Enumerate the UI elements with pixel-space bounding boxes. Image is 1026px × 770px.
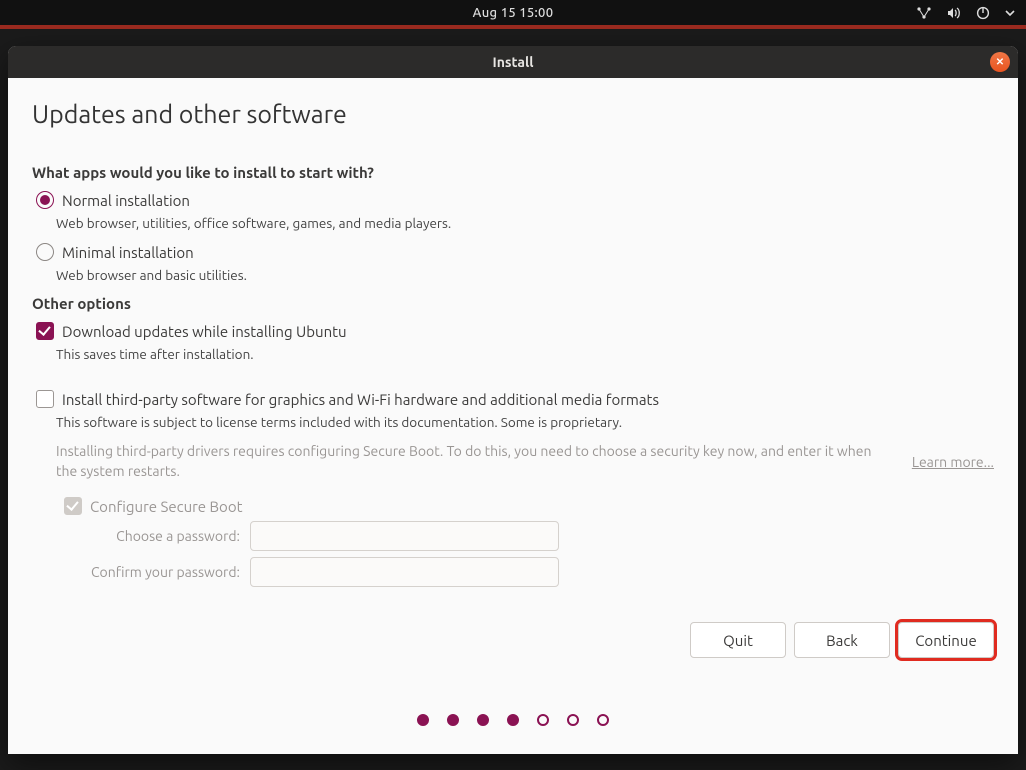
check-download-updates[interactable]: Download updates while installing Ubuntu — [32, 322, 994, 340]
continue-button[interactable]: Continue — [898, 622, 994, 658]
checkbox-icon — [64, 497, 82, 515]
progress-dot — [597, 714, 609, 726]
choose-password-label: Choose a password: — [60, 528, 240, 544]
gnome-top-bar: Aug 15 15:00 — [0, 0, 1026, 25]
chevron-down-icon[interactable] — [1004, 7, 1016, 19]
learn-more-link[interactable]: Learn more... — [912, 454, 994, 470]
choose-password-input — [250, 521, 559, 551]
close-button[interactable] — [990, 52, 1010, 72]
download-updates-hint: This saves time after installation. — [56, 346, 994, 362]
checkbox-label: Configure Secure Boot — [90, 498, 243, 515]
window-title: Install — [493, 54, 534, 70]
progress-dot — [507, 714, 519, 726]
minimal-installation-hint: Web browser and basic utilities. — [56, 267, 994, 283]
progress-dot — [447, 714, 459, 726]
radio-minimal-installation[interactable]: Minimal installation — [32, 243, 994, 261]
radio-icon[interactable] — [36, 243, 54, 261]
radio-label: Minimal installation — [62, 244, 194, 261]
volume-icon[interactable] — [946, 6, 962, 20]
apps-question: What apps would you like to install to s… — [32, 164, 994, 181]
secure-boot-info: Installing third-party drivers requires … — [56, 442, 994, 481]
other-options-title: Other options — [32, 295, 994, 312]
checkbox-icon[interactable] — [36, 322, 54, 340]
radio-icon[interactable] — [36, 191, 54, 209]
progress-dot — [567, 714, 579, 726]
power-icon[interactable] — [976, 6, 990, 20]
wizard-buttons: Quit Back Continue — [690, 622, 994, 658]
progress-dot — [417, 714, 429, 726]
content-area: Updates and other software What apps wou… — [8, 78, 1018, 754]
desktop-gap — [0, 29, 1026, 46]
progress-dots — [8, 714, 1018, 726]
choose-password-row: Choose a password: — [60, 521, 994, 551]
progress-dot — [537, 714, 549, 726]
back-button[interactable]: Back — [794, 622, 890, 658]
radio-normal-installation[interactable]: Normal installation — [32, 191, 994, 209]
secure-boot-text: Installing third-party drivers requires … — [56, 442, 912, 481]
confirm-password-row: Confirm your password: — [60, 557, 994, 587]
progress-dot — [477, 714, 489, 726]
confirm-password-label: Confirm your password: — [60, 564, 240, 580]
radio-label: Normal installation — [62, 192, 190, 209]
normal-installation-hint: Web browser, utilities, office software,… — [56, 215, 994, 231]
system-tray[interactable] — [916, 0, 1016, 25]
secure-boot-config: Configure Secure Boot Choose a password:… — [60, 497, 994, 587]
checkbox-icon[interactable] — [36, 390, 54, 408]
checkbox-label: Install third-party software for graphic… — [62, 391, 659, 408]
installer-window: Install Updates and other software What … — [8, 46, 1018, 754]
third-party-hint: This software is subject to license term… — [56, 414, 994, 430]
quit-button[interactable]: Quit — [690, 622, 786, 658]
titlebar: Install — [8, 46, 1018, 78]
confirm-password-input — [250, 557, 559, 587]
clock: Aug 15 15:00 — [473, 6, 554, 20]
network-icon[interactable] — [916, 6, 932, 20]
page-title: Updates and other software — [32, 100, 994, 128]
checkbox-label: Download updates while installing Ubuntu — [62, 323, 347, 340]
check-third-party[interactable]: Install third-party software for graphic… — [32, 390, 994, 408]
check-configure-secure-boot: Configure Secure Boot — [60, 497, 994, 515]
